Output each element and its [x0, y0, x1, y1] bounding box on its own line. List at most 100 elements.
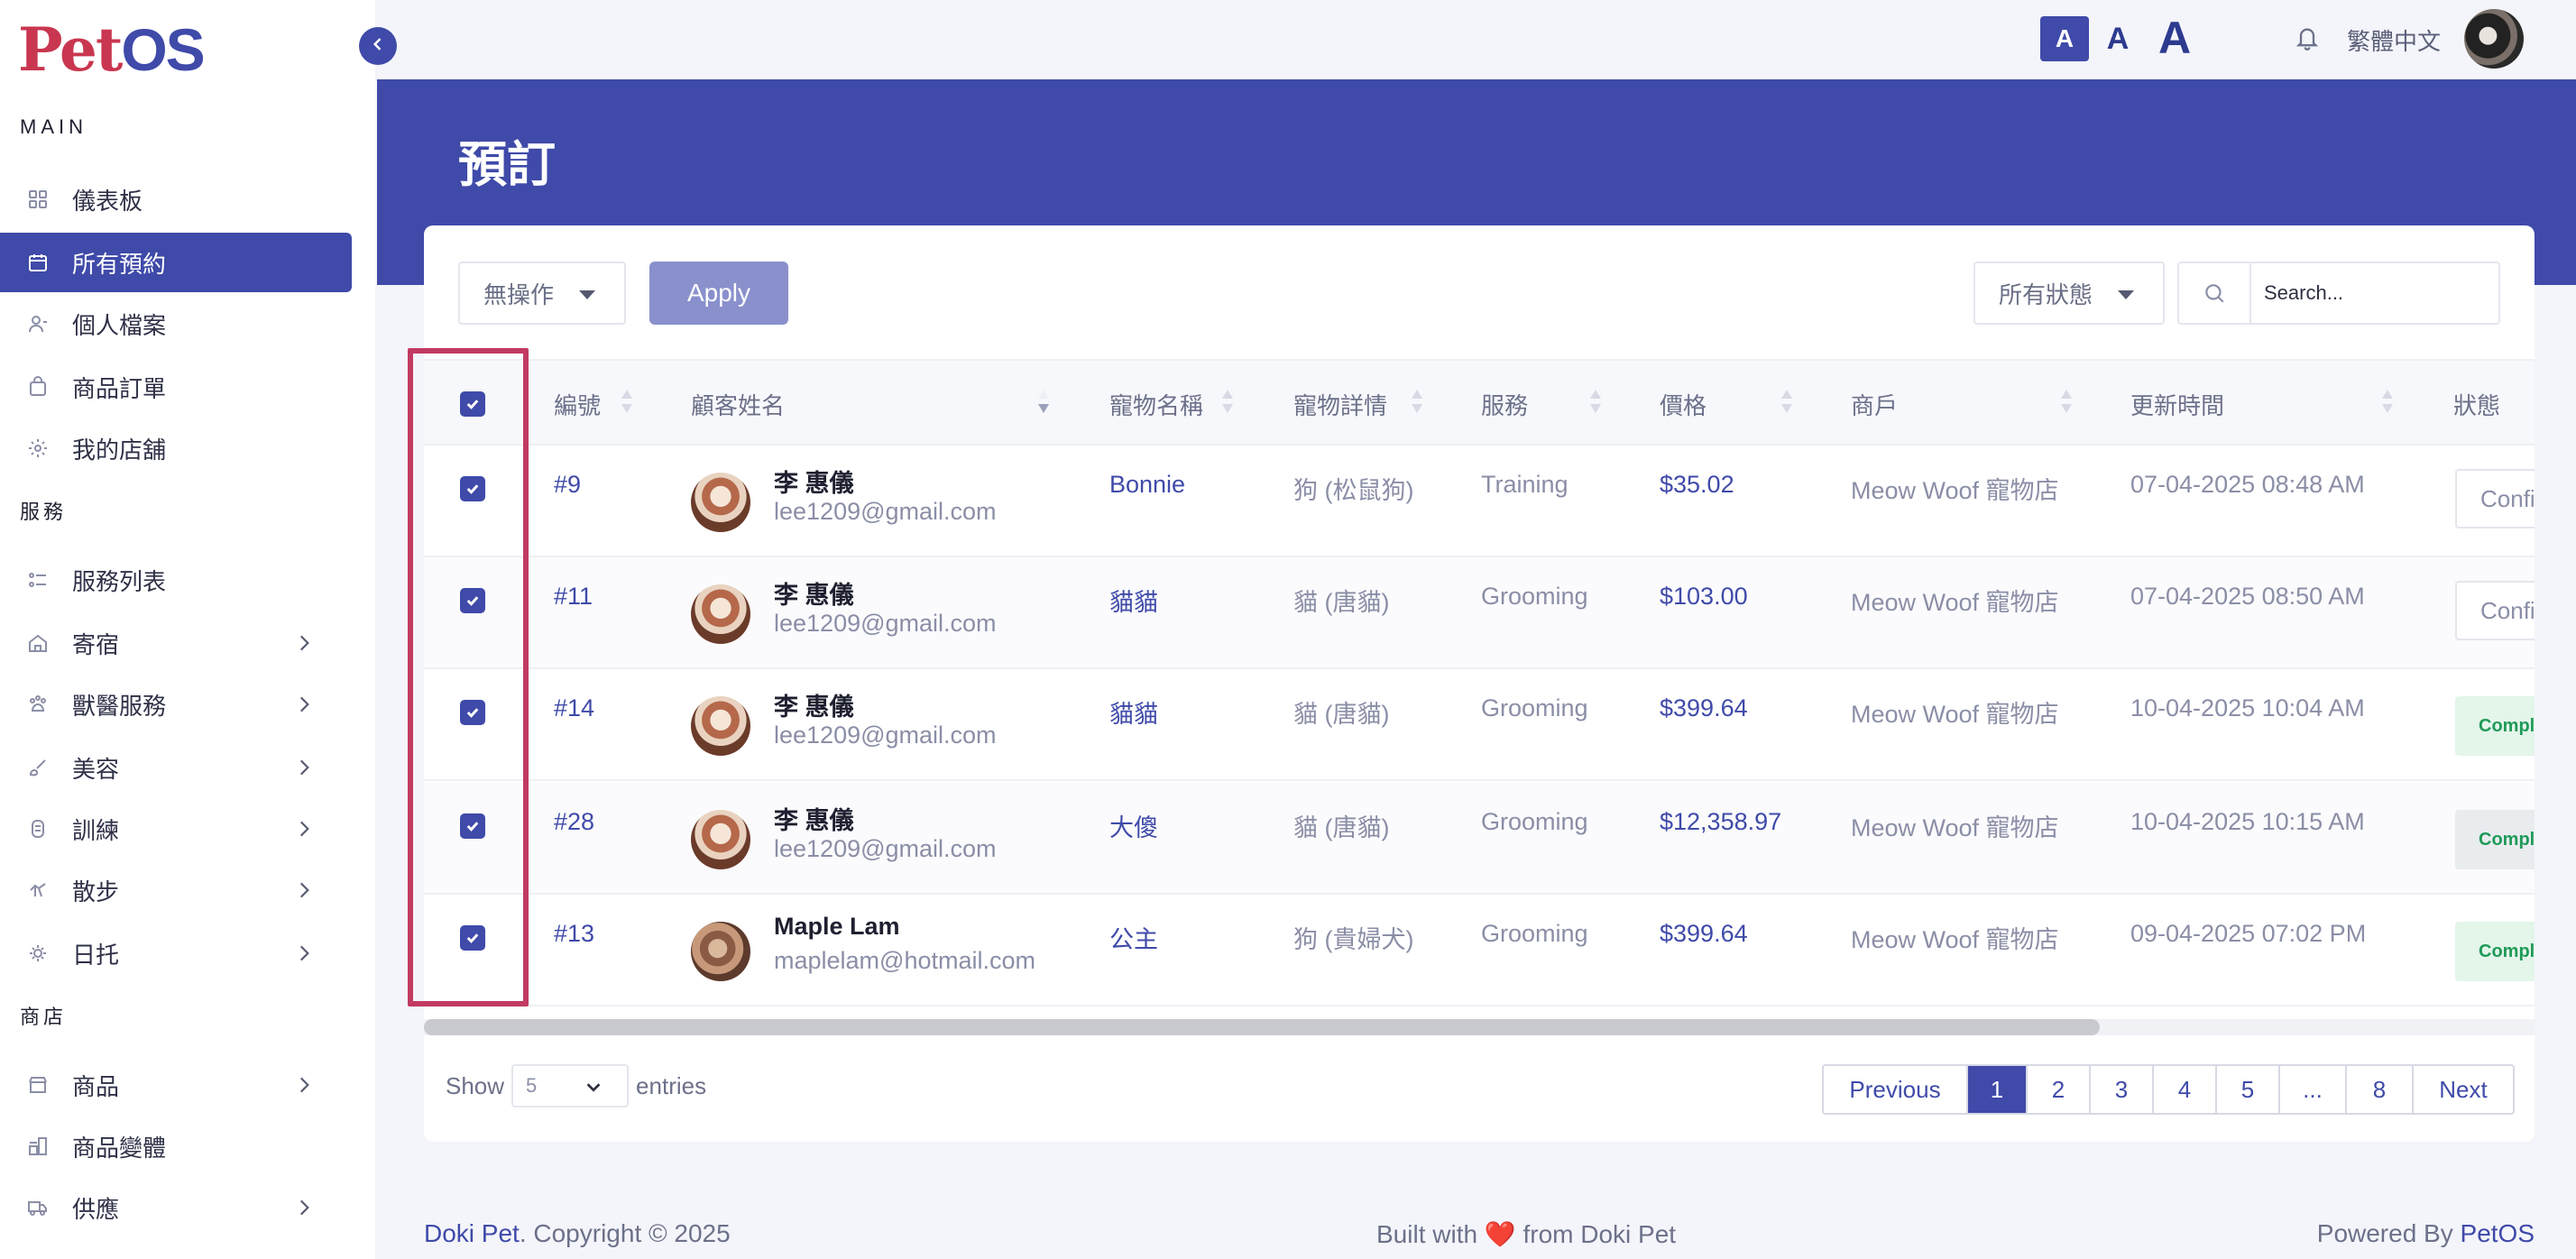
row-checkbox[interactable]	[460, 588, 485, 613]
pet-details: 貓 (唐貓)	[1293, 589, 1390, 616]
row-checkbox[interactable]	[460, 476, 485, 501]
petos-logo[interactable]: PetOS	[18, 18, 206, 81]
sort-icon[interactable]	[1221, 386, 1234, 417]
header-pet-name[interactable]: 寵物名稱	[1109, 388, 1203, 421]
sidebar-item-profile[interactable]: 個人檔案	[0, 294, 352, 354]
header-status[interactable]: 狀態	[2453, 388, 2500, 421]
status-filter-select[interactable]: 所有狀態	[1973, 262, 2165, 325]
page-button-8[interactable]: 8	[2347, 1066, 2414, 1113]
apply-button[interactable]: Apply	[649, 262, 788, 325]
booking-id-link[interactable]: #9	[554, 471, 581, 499]
customer-avatar	[691, 922, 750, 981]
header-price[interactable]: 價格	[1660, 388, 1707, 421]
booking-id-link[interactable]: #28	[554, 808, 594, 836]
next-page-button[interactable]: Next	[2414, 1066, 2513, 1113]
price: $399.64	[1660, 694, 1748, 721]
row-checkbox[interactable]	[460, 925, 485, 951]
sort-desc-icon[interactable]	[1037, 386, 1050, 417]
page-button-5[interactable]: 5	[2217, 1066, 2280, 1113]
page-button-3[interactable]: 3	[2091, 1066, 2154, 1113]
confirm-button[interactable]: Confirm	[2455, 469, 2535, 528]
status-badge: Completed	[2455, 810, 2535, 869]
pet-name-link[interactable]: 貓貓	[1109, 694, 1158, 730]
section-service-label: 服務	[20, 501, 68, 523]
sort-icon[interactable]	[1589, 386, 1602, 417]
table-row[interactable]: #14 李 惠儀 lee1209@gmail.com 貓貓 貓 (唐貓) Gro…	[424, 669, 2535, 781]
sort-icon[interactable]	[2060, 386, 2073, 417]
caret-down-icon	[579, 290, 595, 299]
status-badge: Completed	[2455, 696, 2535, 756]
row-checkbox[interactable]	[460, 700, 485, 725]
sidebar-item-daycare[interactable]: 日托	[0, 924, 352, 983]
page-button-1[interactable]: 1	[1968, 1066, 2028, 1113]
updated-time: 07-04-2025 08:50 AM	[2130, 583, 2365, 610]
pet-name-link[interactable]: 公主	[1109, 920, 1158, 955]
merchant-name: Meow Woof 寵物店	[1851, 926, 2059, 953]
bulk-action-select[interactable]: 無操作	[458, 262, 626, 325]
header-merchant[interactable]: 商戶	[1851, 388, 1898, 421]
sidebar-item-all-bookings[interactable]: 所有預約	[0, 233, 352, 292]
sidebar-item-my-store[interactable]: 我的店舖	[0, 418, 352, 478]
brush-icon	[25, 755, 51, 780]
table-row[interactable]: #13 Maple Lam maplelam@hotmail.com 公主 狗 …	[424, 895, 2535, 1006]
chevron-left-icon	[369, 35, 387, 58]
header-service[interactable]: 服務	[1481, 388, 1528, 421]
pet-name-link[interactable]: 大傻	[1109, 808, 1158, 843]
powered-by-brand-link[interactable]: PetOS	[2461, 1219, 2535, 1247]
header-customer-name[interactable]: 顧客姓名	[691, 388, 785, 421]
avatar[interactable]	[2464, 9, 2524, 69]
header-id[interactable]: 編號	[554, 388, 601, 421]
sidebar-item-products[interactable]: 商品	[0, 1055, 352, 1115]
sidebar-item-service-list[interactable]: 服務列表	[0, 550, 352, 610]
sidebar-item-training[interactable]: 訓練	[0, 799, 352, 859]
table-row[interactable]: #28 李 惠儀 lee1209@gmail.com 大傻 貓 (唐貓) Gro…	[424, 783, 2535, 895]
font-size-large-button[interactable]: A	[2152, 11, 2197, 65]
row-checkbox[interactable]	[460, 813, 485, 839]
search-box	[2177, 262, 2500, 325]
booking-id-link[interactable]: #14	[554, 694, 594, 722]
sidebar-item-product-orders[interactable]: 商品訂單	[0, 357, 352, 417]
pet-name-link[interactable]: 貓貓	[1109, 583, 1158, 618]
select-all-checkbox[interactable]	[460, 391, 485, 417]
font-size-medium-button[interactable]: A	[2098, 16, 2138, 61]
pet-name-link[interactable]: Bonnie	[1109, 471, 1185, 499]
sidebar-item-boarding[interactable]: 寄宿	[0, 613, 352, 673]
search-input[interactable]	[2251, 281, 2495, 305]
entries-select[interactable]: 5	[511, 1064, 630, 1107]
customer-email: lee1209@gmail.com	[774, 498, 997, 525]
sidebar-item-walking[interactable]: 散步	[0, 860, 352, 920]
sidebar-item-product-variants[interactable]: 商品變體	[0, 1117, 352, 1176]
sort-icon[interactable]	[1780, 386, 1793, 417]
sort-icon[interactable]	[1411, 386, 1423, 417]
sidebar-item-supply[interactable]: 供應	[0, 1178, 352, 1237]
sidebar-item-vet[interactable]: 獸醫服務	[0, 675, 352, 734]
table-row[interactable]: #9 李 惠儀 lee1209@gmail.com Bonnie 狗 (松鼠狗)…	[424, 446, 2535, 557]
section-main-label: MAIN	[20, 115, 87, 138]
booking-id-link[interactable]: #13	[554, 920, 594, 948]
page-button-4[interactable]: 4	[2154, 1066, 2217, 1113]
sort-icon[interactable]	[621, 386, 633, 417]
customer-name: 李 惠儀	[774, 582, 854, 609]
table-row[interactable]: #11 李 惠儀 lee1209@gmail.com 貓貓 貓 (唐貓) Gro…	[424, 557, 2535, 669]
customer-email: lee1209@gmail.com	[774, 610, 997, 637]
bag-icon	[25, 374, 51, 400]
sidebar-item-grooming[interactable]: 美容	[0, 738, 352, 797]
booking-id-link[interactable]: #11	[554, 583, 593, 611]
confirm-button[interactable]: Confirm	[2455, 581, 2535, 640]
previous-page-button[interactable]: Previous	[1824, 1066, 1968, 1113]
service-name: Grooming	[1481, 694, 1588, 721]
language-selector[interactable]: 繁體中文	[2347, 23, 2441, 57]
chevron-right-icon	[292, 756, 316, 779]
footer-brand-link[interactable]: Doki Pet	[424, 1219, 520, 1247]
header-updated-time[interactable]: 更新時間	[2130, 388, 2224, 421]
house-icon	[25, 630, 51, 656]
bell-icon[interactable]	[2295, 23, 2320, 52]
sidebar-item-dashboard[interactable]: 儀表板	[0, 170, 352, 229]
header-pet-details[interactable]: 寵物詳情	[1293, 388, 1387, 421]
heart-icon: ❤️	[1484, 1220, 1516, 1248]
scrollbar-thumb[interactable]	[424, 1019, 2100, 1035]
font-size-small-button[interactable]: A	[2040, 16, 2089, 61]
sidebar-collapse-button[interactable]	[359, 27, 397, 65]
page-button-2[interactable]: 2	[2028, 1066, 2091, 1113]
sort-icon[interactable]	[2381, 386, 2394, 417]
